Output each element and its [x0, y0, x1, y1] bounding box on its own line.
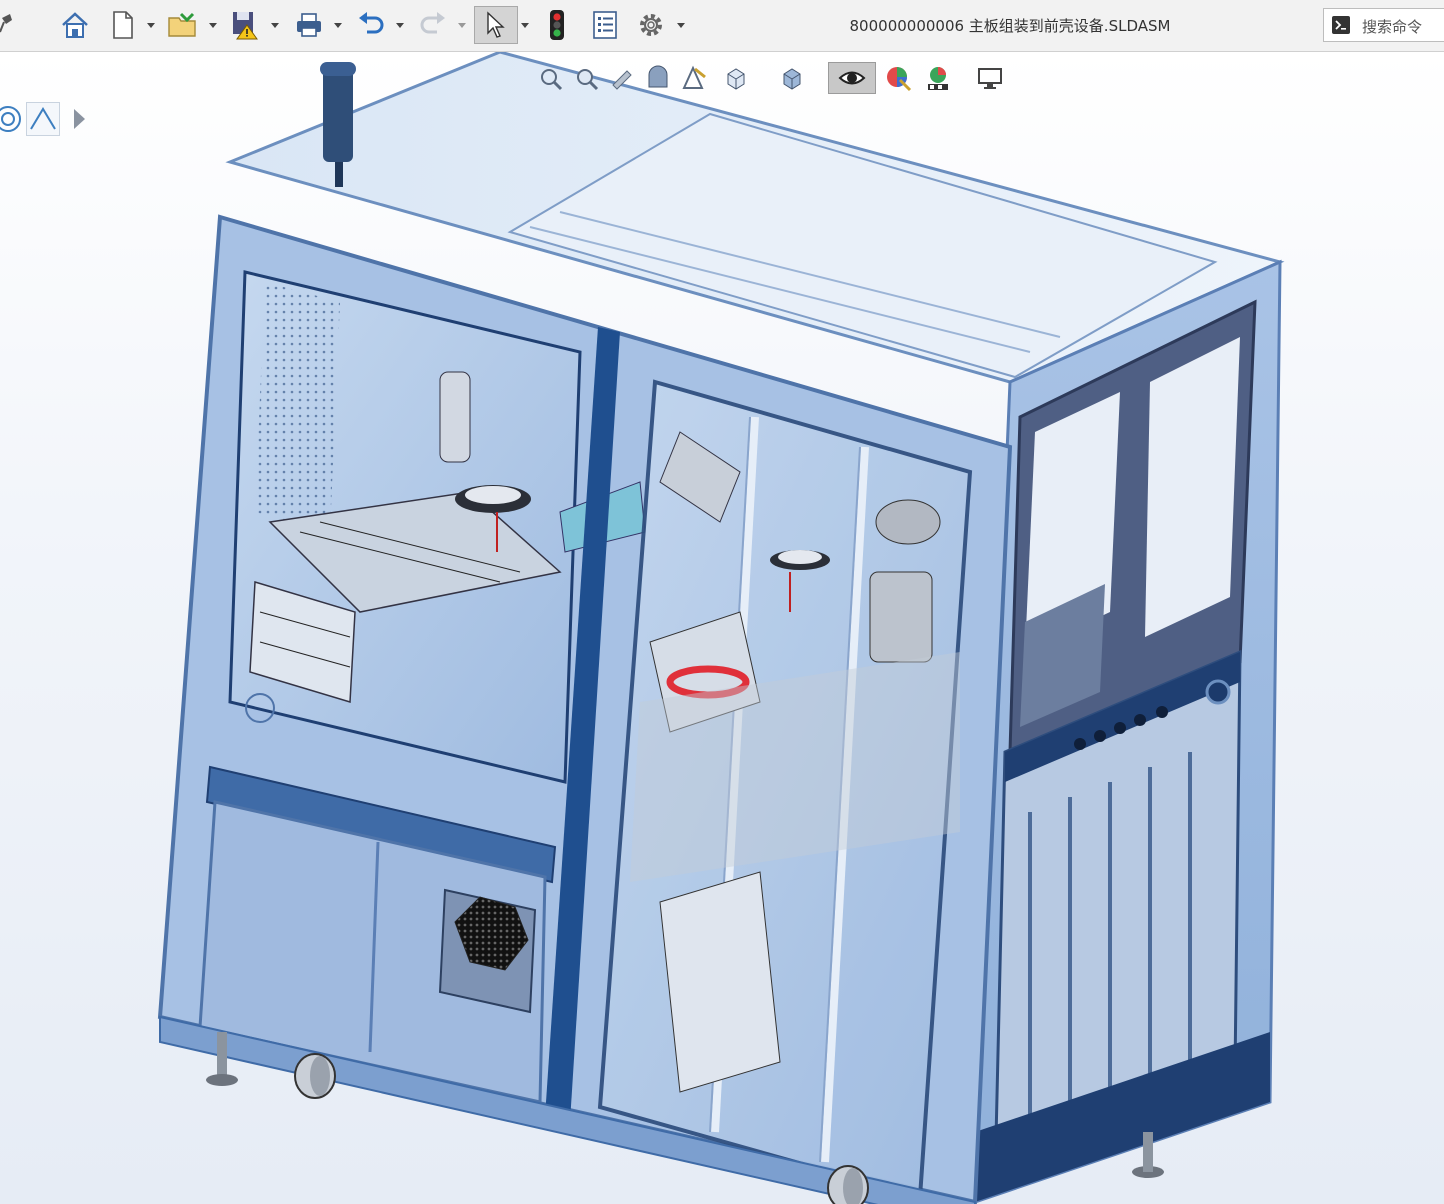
view-orientation-icon — [727, 68, 745, 90]
appearance-icon — [887, 67, 912, 92]
new-document-icon — [113, 11, 133, 39]
gear-icon — [640, 14, 662, 36]
printer-icon — [297, 13, 321, 37]
expand-chevron-icon[interactable] — [72, 108, 86, 130]
zoom-to-fit-button[interactable] — [534, 62, 566, 94]
apply-scene-button[interactable] — [922, 62, 954, 94]
file-properties-button[interactable] — [586, 6, 624, 44]
pin-icon[interactable] — [0, 12, 14, 36]
options-dropdown-chevron-icon[interactable] — [676, 20, 686, 30]
save-warning-icon — [233, 12, 258, 40]
previous-view-button[interactable] — [606, 62, 638, 94]
scene-icon — [928, 67, 948, 90]
save-dropdown-chevron-icon[interactable] — [270, 20, 280, 30]
redo-button[interactable] — [414, 6, 452, 44]
select-button[interactable] — [474, 6, 518, 44]
rebuild-button[interactable] — [538, 6, 576, 44]
hide-show-items-button[interactable] — [828, 62, 876, 94]
display-style-icon — [783, 68, 801, 90]
edit-appearance-button[interactable] — [882, 62, 914, 94]
circle-tool[interactable] — [0, 102, 24, 136]
main-toolbar: 800000000006 主板组装到前壳设备.SLDASM 搜索命令 — [0, 0, 1444, 52]
search-placeholder: 搜索命令 — [1362, 18, 1423, 36]
options-button[interactable] — [632, 6, 670, 44]
display-style-button[interactable] — [776, 62, 808, 94]
properties-list-icon — [593, 11, 617, 39]
zoom-to-area-button[interactable] — [570, 62, 602, 94]
ventilation-fan[interactable] — [438, 888, 537, 1014]
print-button[interactable] — [290, 6, 328, 44]
search-commands-input[interactable]: 搜索命令 — [1323, 8, 1444, 42]
eye-icon — [838, 71, 866, 85]
section-view-icon — [648, 65, 668, 88]
open-folder-icon — [168, 12, 196, 37]
print-dropdown-chevron-icon[interactable] — [333, 20, 343, 30]
select-dropdown-chevron-icon[interactable] — [520, 20, 530, 30]
circle-icon — [0, 106, 21, 132]
new-dropdown-chevron-icon[interactable] — [146, 20, 156, 30]
redo-dropdown-chevron-icon[interactable] — [457, 20, 467, 30]
monitor-icon — [978, 68, 1002, 89]
view-orientation-button[interactable] — [720, 62, 752, 94]
previous-view-icon — [612, 70, 632, 90]
new-document-button[interactable] — [104, 6, 142, 44]
emergency-stop-button[interactable] — [1205, 679, 1231, 705]
open-button[interactable] — [164, 6, 202, 44]
open-dropdown-chevron-icon[interactable] — [208, 20, 218, 30]
undo-icon — [359, 12, 384, 34]
zoom-area-icon — [577, 69, 599, 91]
assembly-model[interactable] — [150, 52, 1300, 1204]
cursor-icon — [487, 11, 505, 38]
document-title: 800000000006 主板组装到前壳设备.SLDASM — [849, 17, 1171, 35]
traffic-light-icon — [550, 10, 564, 40]
home-button[interactable] — [56, 6, 94, 44]
sketch-tool[interactable] — [26, 102, 60, 136]
zoom-fit-icon — [541, 69, 563, 91]
angle-icon — [30, 107, 56, 130]
undo-button[interactable] — [352, 6, 390, 44]
annotation-icon — [682, 65, 706, 89]
view-settings-button[interactable] — [974, 62, 1006, 94]
undo-dropdown-chevron-icon[interactable] — [395, 20, 405, 30]
section-view-button[interactable] — [642, 62, 674, 94]
dynamic-annotation-button[interactable] — [678, 62, 710, 94]
redo-icon — [420, 12, 445, 34]
home-icon — [62, 12, 88, 38]
graphics-viewport[interactable] — [0, 52, 1444, 1204]
command-prompt-icon — [1332, 16, 1350, 34]
save-button[interactable] — [226, 6, 264, 44]
